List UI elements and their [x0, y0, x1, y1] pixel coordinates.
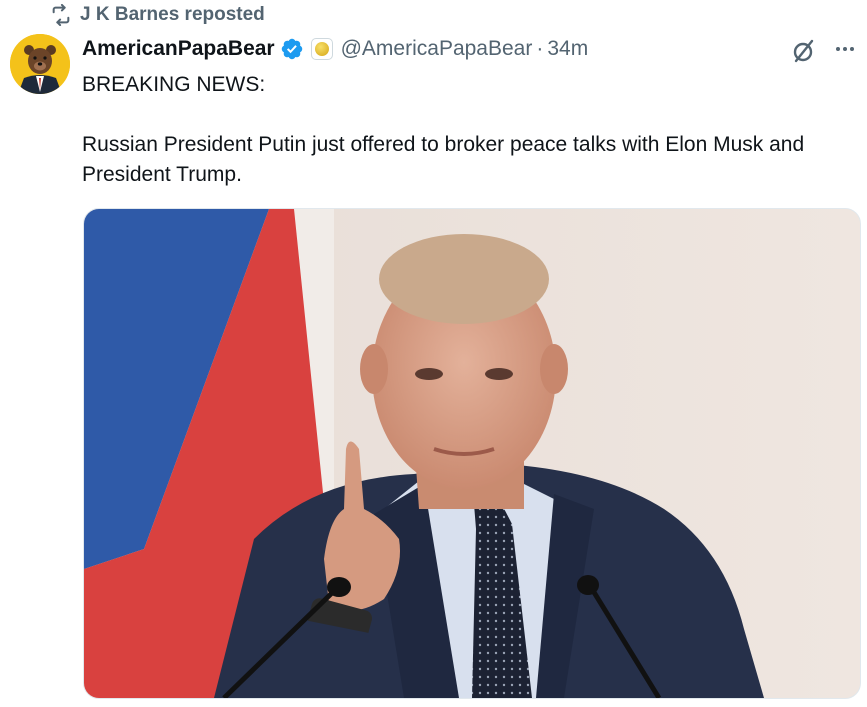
tweet-line-heading: BREAKING NEWS: — [82, 73, 266, 96]
tweet-media-photo[interactable] — [83, 208, 861, 699]
separator-dot: · — [536, 37, 544, 60]
repost-indicator[interactable]: J K Barnes reposted — [50, 2, 265, 28]
bear-avatar-image — [10, 34, 70, 94]
author-display-name[interactable]: AmericanPapaBear — [82, 37, 275, 61]
repost-icon — [52, 4, 70, 26]
grok-icon[interactable] — [790, 37, 818, 65]
tweet-line-body: Russian President Putin just offered to … — [82, 133, 805, 186]
tweet-body: BREAKING NEWS: Russian President Putin j… — [82, 70, 852, 190]
tweet-header: AmericanPapaBear @AmericaPapaBear · 34m — [82, 33, 588, 65]
avatar[interactable] — [10, 34, 70, 94]
gold-coin-badge-icon[interactable] — [310, 38, 333, 60]
repost-text: J K Barnes reposted — [80, 4, 265, 25]
author-handle[interactable]: @AmericaPapaBear — [341, 37, 533, 61]
post-time[interactable]: 34m — [547, 37, 588, 61]
photo-image — [84, 209, 860, 698]
verified-badge-icon[interactable] — [280, 37, 304, 61]
more-options-icon[interactable] — [830, 36, 860, 62]
